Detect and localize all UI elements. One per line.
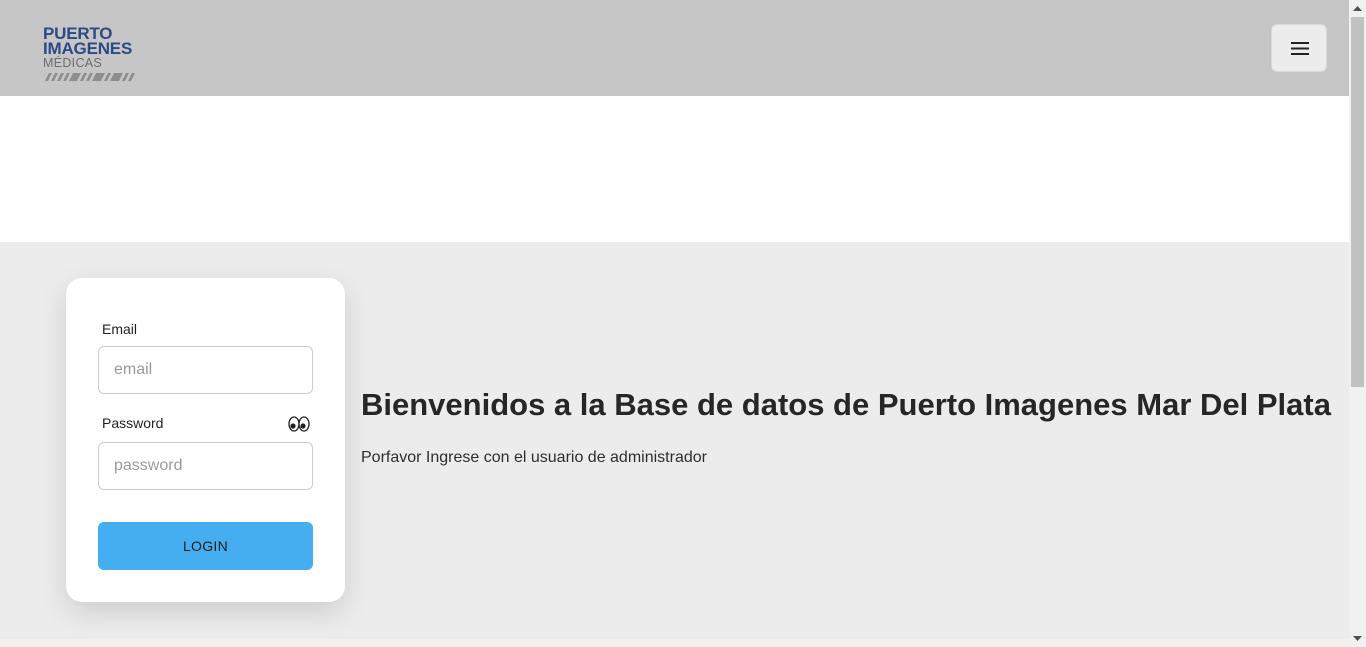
welcome-subtitle: Porfavor Ingrese con el usuario de admin… bbox=[361, 449, 707, 466]
header: PUERTO IMAGENES MÉDICAS bbox=[0, 0, 1349, 96]
password-label: Password bbox=[102, 415, 164, 431]
email-input[interactable] bbox=[98, 346, 313, 394]
logo-stripes-graphic bbox=[45, 73, 135, 81]
scroll-down-arrow-icon[interactable] bbox=[1349, 630, 1366, 647]
footer-strip bbox=[0, 639, 1349, 647]
login-section: Email Password LOGIN Bienvenidos a la Ba… bbox=[0, 242, 1349, 639]
logo-text-line2: IMAGENES bbox=[43, 39, 133, 58]
eyes-icon[interactable] bbox=[288, 415, 310, 433]
logo[interactable]: PUERTO IMAGENES MÉDICAS bbox=[43, 25, 143, 84]
login-card: Email Password LOGIN bbox=[66, 278, 345, 602]
hamburger-menu-icon bbox=[1291, 42, 1309, 55]
menu-toggle-button[interactable] bbox=[1271, 24, 1327, 72]
login-button[interactable]: LOGIN bbox=[98, 522, 313, 570]
page: PUERTO IMAGENES MÉDICAS Email email Pass… bbox=[0, 0, 1349, 647]
logo-text-line3: MÉDICAS bbox=[43, 56, 103, 70]
password-input[interactable] bbox=[98, 442, 313, 490]
vertical-scrollbar[interactable] bbox=[1349, 0, 1366, 647]
email-label: Email bbox=[102, 321, 138, 337]
scrollbar-thumb[interactable] bbox=[1351, 17, 1364, 387]
scroll-up-arrow-icon[interactable] bbox=[1349, 0, 1366, 17]
welcome-title: Bienvenidos a la Base de datos de Puerto… bbox=[361, 387, 1331, 422]
